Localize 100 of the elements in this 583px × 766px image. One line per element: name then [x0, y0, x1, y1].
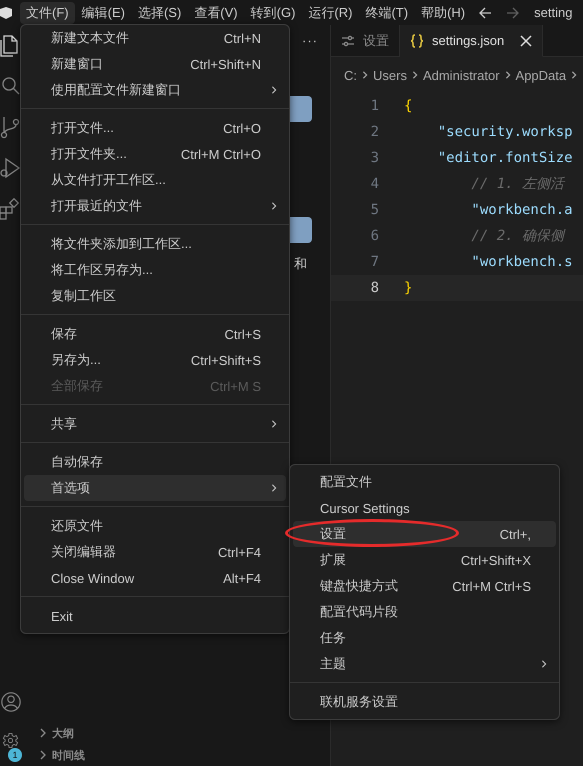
chevron-icon: [361, 71, 369, 79]
menu-item-label: 设置: [320, 525, 347, 543]
code-line: {: [404, 98, 412, 114]
menu-item[interactable]: 主题: [293, 651, 556, 677]
menu-item[interactable]: 新建文本文件 Ctrl+N: [24, 25, 286, 51]
line-number: 1: [370, 98, 379, 114]
menu-item-label: 打开文件...: [51, 119, 115, 137]
menu-item[interactable]: 打开文件... Ctrl+O: [24, 115, 286, 141]
shortcut-text: Alt+F4: [223, 570, 261, 586]
play-bug-icon[interactable]: [0, 156, 22, 180]
menu-item-label: 主题: [320, 655, 347, 673]
line-number: 3: [370, 150, 379, 166]
menu-item-label: 新建文本文件: [51, 29, 130, 47]
code-line: "security.worksp: [436, 124, 573, 140]
chevron-icon[interactable]: [38, 750, 48, 760]
menu-item-label: 全部保存: [51, 377, 104, 395]
menubar-item[interactable]: 终端(T): [359, 2, 414, 24]
menu-item-label: 将工作区另存为...: [51, 261, 154, 279]
app-logo-icon: [0, 6, 12, 18]
menu-item-label: 打开最近的文件: [51, 197, 143, 215]
menu-item[interactable]: Cursor Settings: [293, 495, 556, 521]
menu-item[interactable]: 复制工作区: [24, 283, 286, 309]
menu-item[interactable]: 从文件打开工作区...: [24, 167, 286, 193]
menu-item[interactable]: 任务: [293, 625, 556, 651]
line-number: 8: [370, 280, 379, 296]
menu-item-label: 另存为...: [51, 351, 102, 369]
menubar-item[interactable]: 选择(S): [132, 2, 188, 24]
menu-item-label: 保存: [51, 325, 78, 343]
menubar-item[interactable]: 编辑(E): [76, 2, 131, 24]
menu-item[interactable]: 保存 Ctrl+S: [24, 321, 286, 347]
account-icon[interactable]: [0, 690, 22, 714]
menubar-item[interactable]: 文件(F): [20, 2, 75, 24]
line-number: 2: [370, 124, 379, 140]
menu-item[interactable]: 自动保存: [24, 449, 286, 475]
line-number: 5: [370, 202, 379, 218]
menubar-item[interactable]: 转到(G): [244, 2, 302, 24]
chevron-icon: [570, 71, 578, 79]
menu-item[interactable]: 共享: [24, 411, 286, 437]
code-line: "editor.fontSize: [436, 150, 573, 166]
breadcrumb-item[interactable]: C:: [344, 68, 357, 82]
menu-item-label: 关闭编辑器: [51, 543, 117, 561]
menu-item-label: 打开文件夹...: [51, 145, 128, 163]
menu-item-label: 配置代码片段: [320, 603, 399, 621]
more-actions-button[interactable]: ···: [302, 33, 318, 48]
menu-item[interactable]: 使用配置文件新建窗口: [24, 77, 286, 103]
breadcrumb-item[interactable]: Administrator: [422, 68, 500, 82]
menu-item[interactable]: 打开最近的文件: [24, 193, 286, 219]
menu-item-label: Close Window: [51, 570, 136, 586]
menu-item-label: 首选项: [51, 479, 91, 497]
shortcut-text: Ctrl+Shift+X: [460, 552, 531, 568]
menu-item[interactable]: 新建窗口 Ctrl+Shift+N: [24, 51, 286, 77]
line-number: 4: [370, 176, 379, 192]
menu-item-label: 共享: [51, 415, 78, 433]
menu-item[interactable]: 配置文件: [293, 469, 556, 495]
menu-item[interactable]: 设置 Ctrl+,: [293, 521, 556, 547]
code-line: }: [404, 280, 412, 296]
menu-item[interactable]: 打开文件夹... Ctrl+M Ctrl+O: [24, 141, 286, 167]
code-line: // 1. 左侧活: [470, 175, 564, 193]
section-header[interactable]: 大纲: [52, 726, 74, 740]
editor-tab[interactable]: settings.json: [400, 25, 544, 57]
menu-item[interactable]: 另存为... Ctrl+Shift+S: [24, 347, 286, 373]
shortcut-text: Ctrl+S: [224, 326, 261, 342]
extensions-icon[interactable]: [0, 197, 22, 221]
menu-item[interactable]: Close Window Alt+F4: [24, 565, 286, 591]
breadcrumb-item[interactable]: Users: [373, 68, 407, 82]
menu-item[interactable]: 关闭编辑器 Ctrl+F4: [24, 539, 286, 565]
menu-item[interactable]: 键盘快捷方式 Ctrl+M Ctrl+S: [293, 573, 556, 599]
breadcrumb-item[interactable]: AppData: [516, 68, 566, 82]
settings-icon[interactable]: [2, 732, 19, 749]
menu-item-label: 将文件夹添加到工作区...: [51, 235, 193, 253]
menu-item-label: 还原文件: [51, 517, 104, 535]
shortcut-text: Ctrl+M S: [210, 378, 261, 394]
sliders-icon: [341, 34, 355, 48]
branch-icon[interactable]: [0, 115, 22, 139]
menu-item-label: 复制工作区: [51, 287, 117, 305]
menu-item-label: Cursor Settings: [320, 500, 411, 516]
notification-badge: 1: [8, 748, 22, 762]
menu-item[interactable]: 将工作区另存为...: [24, 257, 286, 283]
menu-item-label: 自动保存: [51, 453, 104, 471]
menu-item-label: 使用配置文件新建窗口: [51, 81, 182, 99]
back-arrow-icon[interactable]: [478, 6, 492, 20]
shortcut-text: Ctrl+O: [223, 120, 261, 136]
shortcut-text: Ctrl+,: [500, 526, 531, 542]
menu-item[interactable]: 联机服务设置: [293, 689, 556, 715]
menubar-item[interactable]: 帮助(H): [415, 2, 472, 24]
menu-item[interactable]: 配置代码片段: [293, 599, 556, 625]
section-header[interactable]: 时间线: [52, 748, 85, 762]
menu-item[interactable]: 首选项: [24, 475, 286, 501]
chevron-icon[interactable]: [38, 728, 48, 738]
menu-item[interactable]: 将文件夹添加到工作区...: [24, 231, 286, 257]
close-icon[interactable]: [520, 34, 532, 46]
menu-item-label: 配置文件: [320, 473, 373, 491]
menubar-item[interactable]: 查看(V): [188, 2, 244, 24]
braces-icon: [410, 34, 424, 48]
menubar-item[interactable]: 运行(R): [302, 2, 358, 24]
menu-item[interactable]: Exit: [24, 603, 286, 629]
menu-item[interactable]: 扩展 Ctrl+Shift+X: [293, 547, 556, 573]
forward-arrow-icon[interactable]: [506, 6, 520, 20]
menu-item[interactable]: 还原文件: [24, 513, 286, 539]
sidebar-text: 和: [294, 255, 308, 273]
